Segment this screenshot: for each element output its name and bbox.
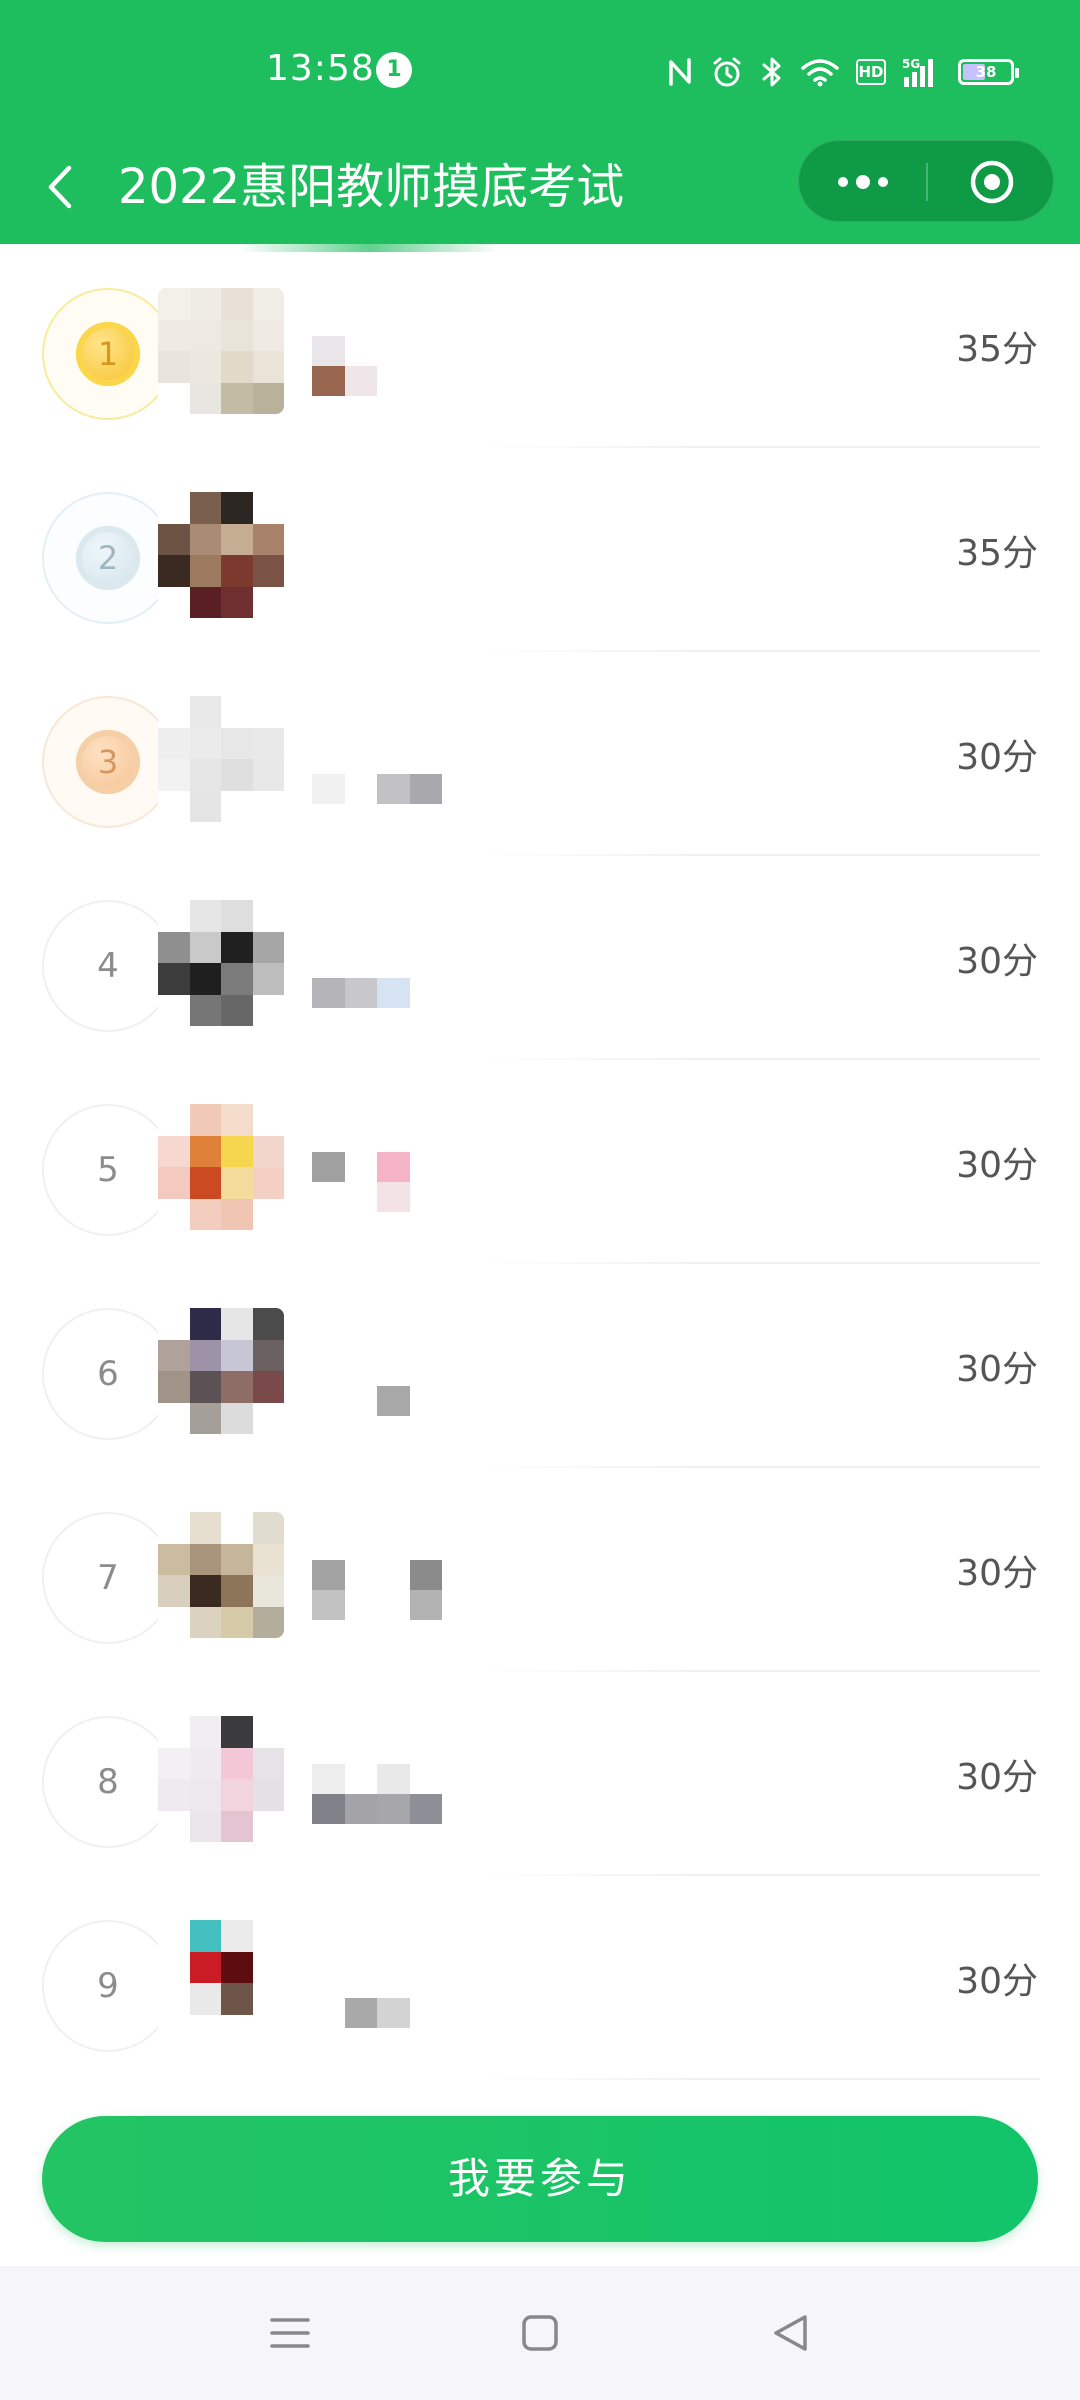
rank-number: 7 <box>97 1558 119 1598</box>
rank-number: 4 <box>97 946 119 986</box>
rank-circle: 5 <box>42 1104 174 1236</box>
bronze-medal-icon: 3 <box>76 730 140 794</box>
blurred-username <box>312 336 442 396</box>
avatar <box>158 900 284 1026</box>
page-title: 2022惠阳教师摸底考试 <box>118 159 625 215</box>
wifi-icon <box>801 59 839 87</box>
blurred-username <box>312 1560 442 1620</box>
leaderboard-row[interactable]: 5 30分 <box>0 1060 1080 1264</box>
chevron-left-icon <box>48 165 72 209</box>
blurred-username <box>312 1968 442 2028</box>
avatar <box>158 1308 284 1434</box>
rank-circle: 8 <box>42 1716 174 1848</box>
alarm-icon <box>713 57 741 87</box>
more-button[interactable] <box>799 141 926 223</box>
battery-icon: 38 <box>958 59 1019 85</box>
blurred-username <box>312 1356 442 1416</box>
leaderboard-row[interactable]: 7 30分 <box>0 1468 1080 1672</box>
avatar <box>158 492 284 618</box>
score-value: 30分 <box>956 1553 1038 1594</box>
leaderboard-row[interactable]: 3 30分 <box>0 652 1080 856</box>
system-back-button[interactable] <box>760 2303 820 2363</box>
nfc-icon <box>669 58 691 86</box>
score-value: 30分 <box>956 941 1038 982</box>
notification-badge: 1 <box>376 52 412 88</box>
blurred-username <box>312 1152 442 1212</box>
close-miniprogram-button[interactable] <box>928 141 1055 223</box>
score-value: 35分 <box>956 329 1038 370</box>
rank-circle: 6 <box>42 1308 174 1440</box>
rank-number: 8 <box>97 1762 119 1802</box>
leaderboard-row[interactable]: 1 35分 <box>0 244 1080 448</box>
system-navigation-bar <box>0 2266 1080 2400</box>
system-home-button[interactable] <box>510 2303 570 2363</box>
miniprogram-capsule <box>798 140 1054 222</box>
back-button[interactable] <box>30 152 90 222</box>
menu-icon <box>270 2318 310 2348</box>
svg-text:5G: 5G <box>902 57 920 71</box>
rank-number: 6 <box>97 1354 119 1394</box>
rank-circle: 9 <box>42 1920 174 2052</box>
home-square-icon <box>522 2315 558 2351</box>
system-menu-button[interactable] <box>260 2303 320 2363</box>
rank-number: 9 <box>97 1966 119 2006</box>
blurred-username <box>312 1764 442 1824</box>
rank-circle: 4 <box>42 900 174 1032</box>
blurred-username <box>312 948 442 1008</box>
row-divider <box>480 2078 1040 2080</box>
top-header: 13:58 1 HD 5G 38 2022惠阳教师摸底考试 <box>0 0 1080 244</box>
join-button[interactable]: 我要参与 <box>42 2116 1038 2242</box>
more-dots-icon <box>837 175 888 189</box>
footer-bar: 我要参与 <box>0 2084 1080 2266</box>
target-close-icon <box>970 160 1013 204</box>
score-value: 30分 <box>956 1349 1038 1390</box>
navigation-bar: 2022惠阳教师摸底考试 <box>0 140 1080 244</box>
silver-medal-icon: 2 <box>76 526 140 590</box>
rank-medal: 2 <box>42 492 174 624</box>
bluetooth-icon <box>762 57 781 87</box>
leaderboard-row[interactable]: 6 30分 <box>0 1264 1080 1468</box>
score-value: 35分 <box>956 533 1038 574</box>
blurred-username <box>312 540 442 600</box>
status-time: 13:58 <box>266 48 375 89</box>
leaderboard-list[interactable]: 1 35分 2 35分 3 30分 4 30分 5 30分 6 30分 7 30分 8 30分 9 30分 <box>0 244 1080 2084</box>
signal-5g-icon: 5G <box>902 57 933 87</box>
rank-medal: 1 <box>42 288 174 420</box>
leaderboard-row[interactable]: 4 30分 <box>0 856 1080 1060</box>
hd-icon: HD <box>856 59 886 85</box>
score-value: 30分 <box>956 1145 1038 1186</box>
score-value: 30分 <box>956 1757 1038 1798</box>
avatar <box>158 1512 284 1638</box>
avatar <box>158 1920 284 2046</box>
avatar <box>158 1104 284 1230</box>
rank-number: 5 <box>97 1150 119 1190</box>
system-icons: HD 5G 38 <box>666 52 1019 92</box>
triangle-back-icon <box>774 2315 807 2351</box>
leaderboard-row[interactable]: 8 30分 <box>0 1672 1080 1876</box>
battery-level: 38 <box>975 63 997 81</box>
avatar <box>158 696 284 822</box>
leaderboard-row[interactable]: 9 30分 <box>0 1876 1080 2080</box>
blurred-username <box>312 744 442 804</box>
leaderboard-row[interactable]: 2 35分 <box>0 448 1080 652</box>
score-value: 30分 <box>956 1961 1038 2002</box>
avatar <box>158 1716 284 1842</box>
rank-medal: 3 <box>42 696 174 828</box>
gold-medal-icon: 1 <box>76 322 140 386</box>
status-bar: 13:58 1 HD 5G 38 <box>0 0 1080 140</box>
avatar <box>158 288 284 414</box>
rank-circle: 7 <box>42 1512 174 1644</box>
score-value: 30分 <box>956 737 1038 778</box>
